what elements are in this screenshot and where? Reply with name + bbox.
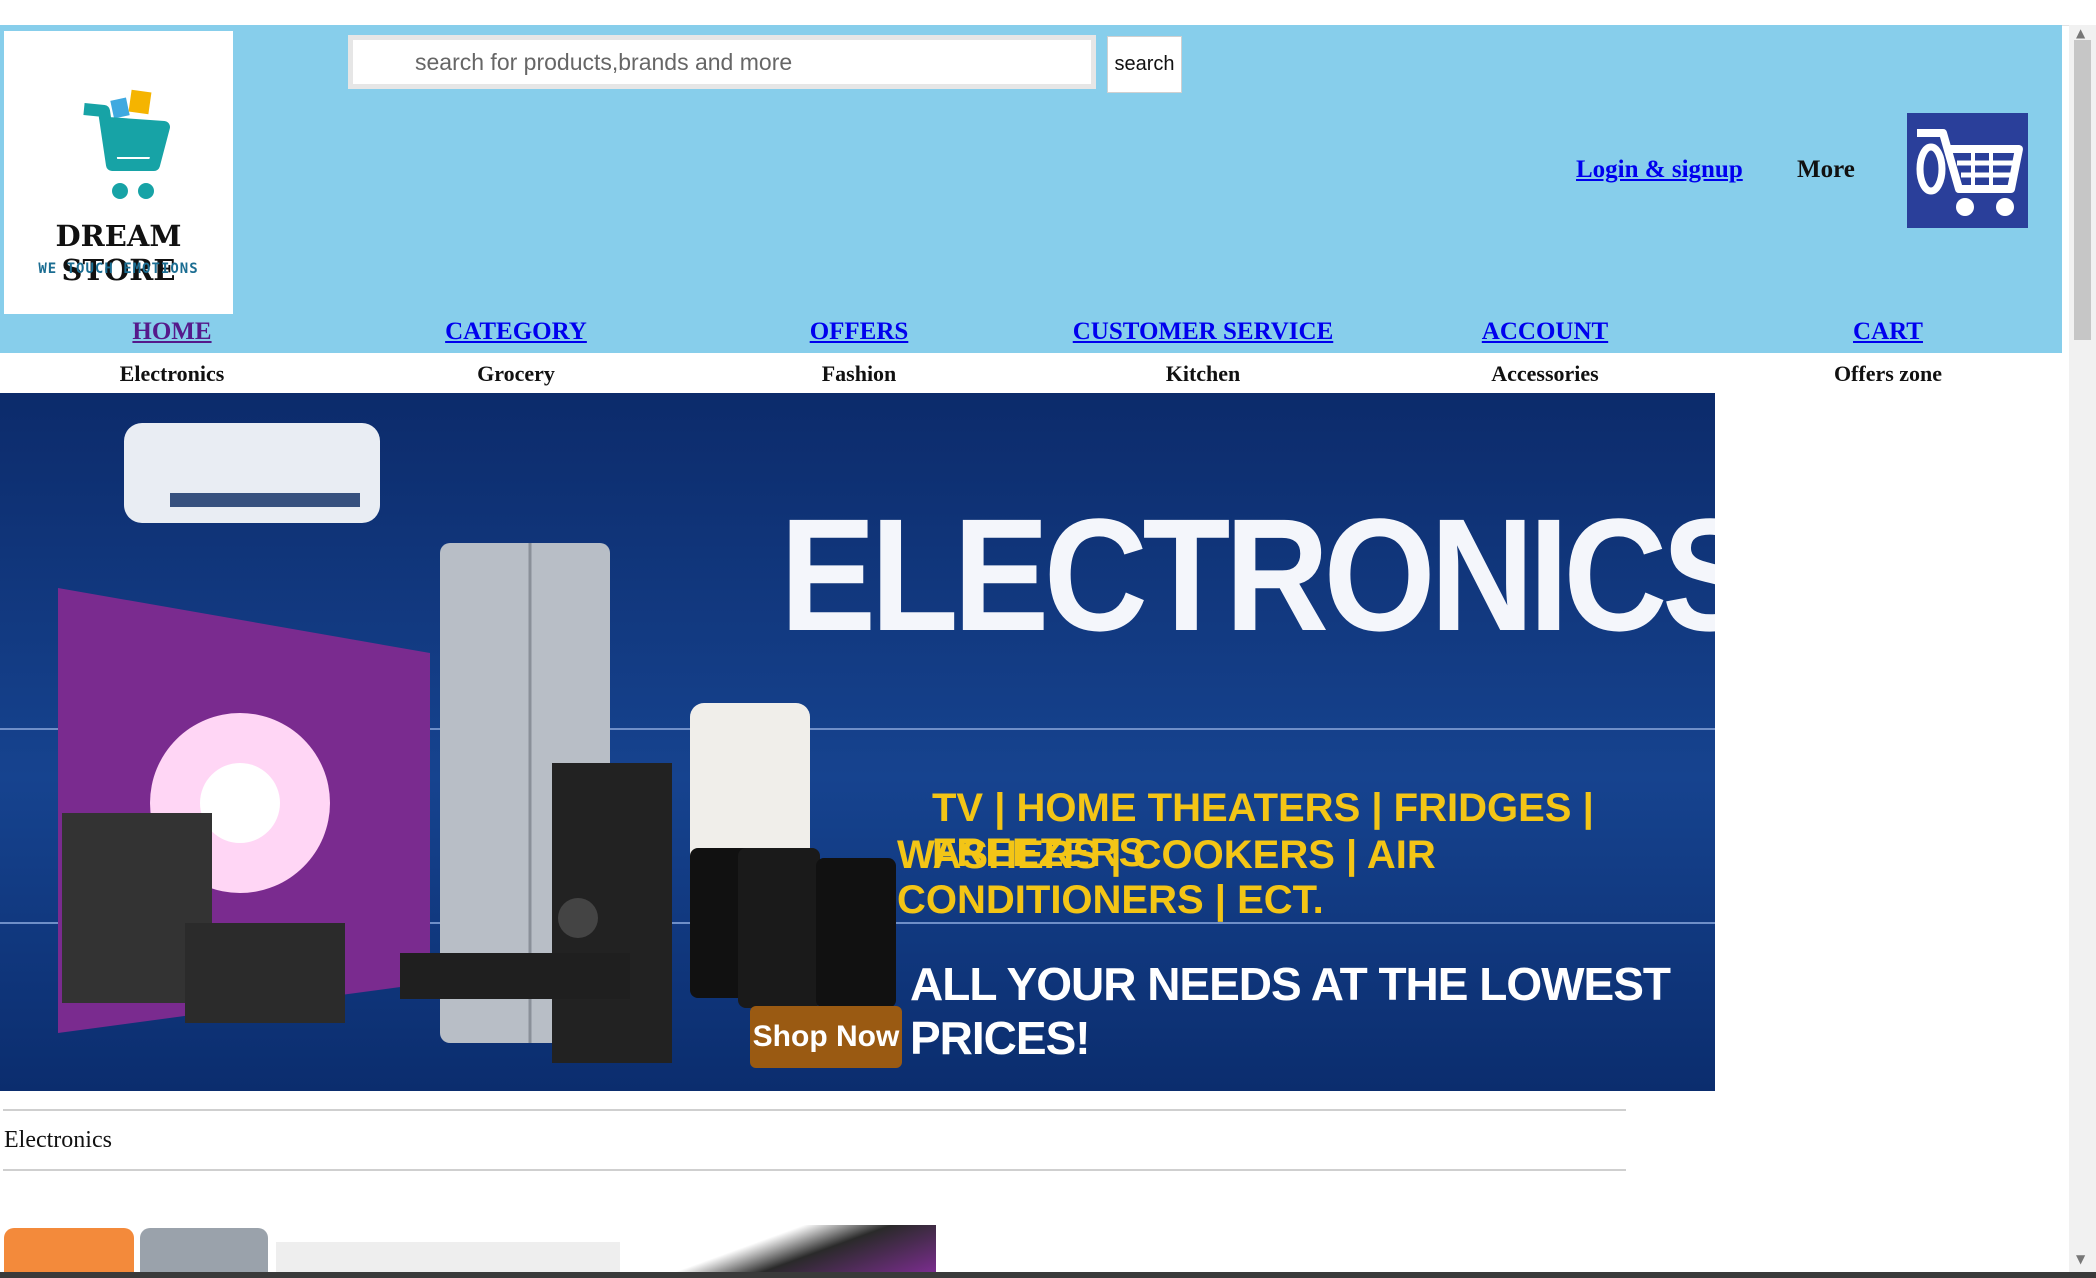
- nav-customer-service[interactable]: CUSTOMER SERVICE: [1053, 318, 1353, 346]
- nav-offers[interactable]: OFFERS: [749, 318, 969, 346]
- subnav-accessories[interactable]: Accessories: [1435, 361, 1655, 387]
- banner-title: ELECTRONICS: [780, 485, 1715, 664]
- product-thumbnail-speaker[interactable]: [276, 1242, 620, 1273]
- subnav-offers-zone[interactable]: Offers zone: [1778, 361, 1998, 387]
- browser-top-strip: [0, 0, 2096, 26]
- scrollbar-thumb[interactable]: [2074, 40, 2091, 340]
- subnav-grocery[interactable]: Grocery: [406, 361, 626, 387]
- banner-categories-line-2: WASHERS | COOKERS | AIR CONDITIONERS | E…: [897, 833, 1436, 922]
- electronics-banner[interactable]: ELECTRONICS TV | HOME THEATERS | FRIDGES…: [0, 393, 1715, 1091]
- shopping-cart-logo-icon: [83, 89, 170, 199]
- subnav-kitchen[interactable]: Kitchen: [1093, 361, 1313, 387]
- scroll-down-arrow-icon[interactable]: ▼: [2076, 1252, 2090, 1266]
- product-thumbnail-phone-2[interactable]: [140, 1228, 268, 1273]
- site-header: DREAM STORE WE TOUCH EMOTIONS search Log…: [0, 25, 2062, 353]
- scroll-up-arrow-icon[interactable]: ▲: [2076, 26, 2090, 40]
- more-menu[interactable]: More: [1797, 156, 1855, 184]
- nav-cart[interactable]: CART: [1778, 318, 1998, 346]
- store-logo[interactable]: DREAM STORE WE TOUCH EMOTIONS: [4, 31, 233, 314]
- nav-account[interactable]: ACCOUNT: [1435, 318, 1655, 346]
- section-divider-bottom: [3, 1169, 1626, 1171]
- search-button[interactable]: search: [1107, 36, 1182, 93]
- logo-tagline: WE TOUCH EMOTIONS: [38, 261, 199, 277]
- banner-tagline: ALL YOUR NEEDS AT THE LOWEST PRICES!: [910, 958, 1671, 1064]
- product-thumbnail-laptop[interactable]: [628, 1225, 936, 1273]
- subnav-electronics[interactable]: Electronics: [62, 361, 282, 387]
- taskbar-strip: [0, 1272, 2096, 1278]
- login-signup-link[interactable]: Login & signup: [1576, 156, 1743, 184]
- section-title: Electronics: [4, 1127, 112, 1153]
- product-thumbnail-phone[interactable]: [4, 1228, 134, 1273]
- cart-icon[interactable]: [1907, 113, 2028, 228]
- nav-home[interactable]: HOME: [62, 318, 282, 346]
- section-divider-top: [3, 1109, 1626, 1111]
- shop-now-button[interactable]: Shop Now: [750, 1006, 902, 1068]
- nav-category[interactable]: CATEGORY: [406, 318, 626, 346]
- subnav-fashion[interactable]: Fashion: [749, 361, 969, 387]
- search-input[interactable]: [348, 35, 1096, 89]
